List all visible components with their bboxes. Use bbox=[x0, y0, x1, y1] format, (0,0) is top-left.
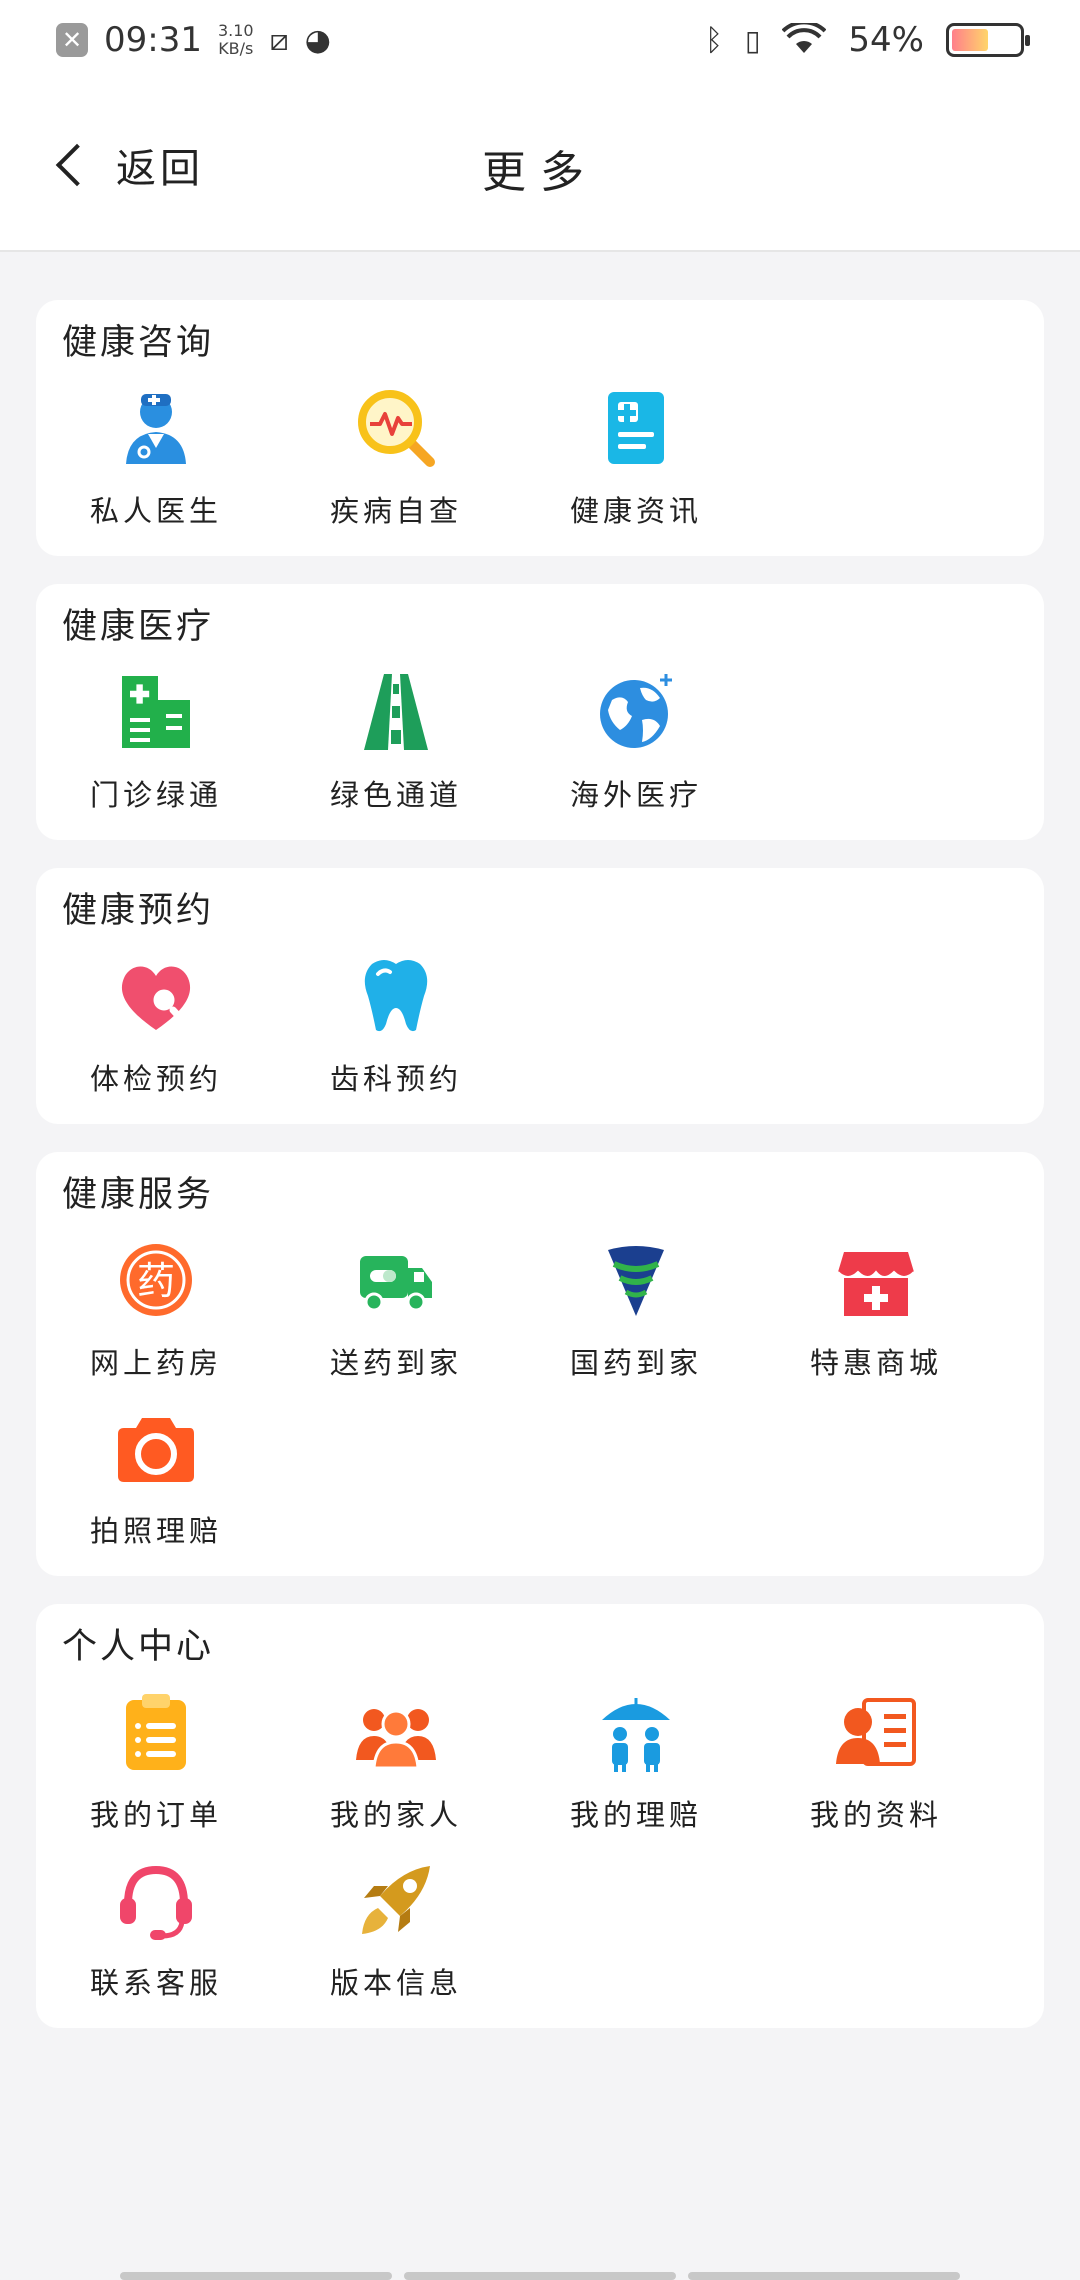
battery-percent: 54% bbox=[848, 20, 924, 60]
doctor-icon bbox=[114, 386, 198, 470]
menu-item-label: 门诊绿通 bbox=[89, 778, 222, 812]
rocket-icon bbox=[354, 1858, 438, 1942]
menu-item[interactable]: 体检预约 bbox=[36, 946, 276, 1114]
browser-icon: ◕ bbox=[304, 22, 331, 58]
menu-item[interactable]: 送药到家 bbox=[276, 1230, 516, 1398]
menu-item[interactable]: 特惠商城 bbox=[756, 1230, 996, 1398]
menu-sections: 健康咨询私人医生 疾病自查 健康资讯健康医疗门诊绿通 绿色通道 海外医疗健康预约体检预约… bbox=[36, 300, 1044, 2056]
menu-item-label: 我的家人 bbox=[329, 1798, 462, 1832]
home-indicator bbox=[120, 2272, 960, 2280]
menu-grid: 体检预约 齿科预约 bbox=[36, 936, 1044, 1114]
menu-item-label: 联系客服 bbox=[89, 1966, 222, 2000]
menu-item[interactable]: 疾病自查 bbox=[276, 378, 516, 546]
menu-item-label: 我的理赔 bbox=[569, 1798, 702, 1832]
menu-grid: 私人医生 疾病自查 健康资讯 bbox=[36, 368, 1044, 546]
menu-item[interactable]: 我的订单 bbox=[36, 1682, 276, 1850]
menu-item[interactable]: 版本信息 bbox=[276, 1850, 516, 2018]
section-title: 健康医疗 bbox=[62, 607, 215, 647]
magnifier-pulse-icon bbox=[354, 386, 438, 470]
bluetooth-icon: ᛒ bbox=[705, 22, 723, 58]
menu-item[interactable]: 联系客服 bbox=[36, 1850, 276, 2018]
menu-item-label: 健康资讯 bbox=[569, 494, 702, 528]
section-card: 健康医疗门诊绿通 绿色通道 海外医疗 bbox=[36, 584, 1044, 840]
camera-icon bbox=[114, 1406, 198, 1490]
section-title: 个人中心 bbox=[62, 1627, 215, 1667]
medical-document-icon bbox=[594, 386, 678, 470]
menu-grid: 我的订单 我的家人 我的理赔 我的资料联系客服 版本信息 bbox=[36, 1672, 1044, 2018]
menu-item-label: 体检预约 bbox=[89, 1062, 222, 1096]
battery-icon bbox=[946, 23, 1030, 57]
menu-item[interactable]: 我的资料 bbox=[756, 1682, 996, 1850]
tooth-icon bbox=[354, 954, 438, 1038]
menu-item-label: 私人医生 bbox=[89, 494, 222, 528]
close-notification-icon: ✕ bbox=[56, 23, 88, 57]
menu-item-label: 拍照理赔 bbox=[89, 1514, 222, 1548]
sinopharm-logo-icon bbox=[594, 1238, 678, 1322]
menu-item[interactable]: 健康资讯 bbox=[516, 378, 756, 546]
heart-search-icon bbox=[114, 954, 198, 1038]
menu-item-label: 海外医疗 bbox=[569, 778, 702, 812]
globe-icon bbox=[594, 670, 678, 754]
menu-item-label: 版本信息 bbox=[329, 1966, 462, 2000]
menu-item-label: 国药到家 bbox=[569, 1346, 702, 1380]
screenshot-icon: ⧄ bbox=[269, 22, 289, 58]
vibrate-icon: ▯ bbox=[745, 23, 761, 57]
headset-icon bbox=[114, 1858, 198, 1942]
section-card: 健康服务药网上药房 送药到家 国药到家 特惠商城 拍照理赔 bbox=[36, 1152, 1044, 1576]
page-title: 更多 bbox=[482, 147, 598, 198]
menu-item-label: 特惠商城 bbox=[809, 1346, 942, 1380]
family-icon bbox=[354, 1690, 438, 1774]
menu-item[interactable]: 齿科预约 bbox=[276, 946, 516, 1114]
store-icon bbox=[834, 1238, 918, 1322]
section-card: 个人中心我的订单 我的家人 我的理赔 我的资料联系客服 版本信息 bbox=[36, 1604, 1044, 2028]
section-card: 健康咨询私人医生 疾病自查 健康资讯 bbox=[36, 300, 1044, 556]
menu-item[interactable]: 海外医疗 bbox=[516, 662, 756, 830]
status-bar: ✕ 09:31 3.10 KB/s ⧄ ◕ ᛒ ▯ 54% bbox=[0, 0, 1080, 80]
nav-bar: 返回 更多 bbox=[0, 80, 1080, 252]
menu-item[interactable]: 国药到家 bbox=[516, 1230, 756, 1398]
menu-item[interactable]: 药网上药房 bbox=[36, 1230, 276, 1398]
menu-item-label: 我的资料 bbox=[809, 1798, 942, 1832]
menu-item-label: 齿科预约 bbox=[329, 1062, 462, 1096]
menu-item[interactable]: 门诊绿通 bbox=[36, 662, 276, 830]
menu-item[interactable]: 我的家人 bbox=[276, 1682, 516, 1850]
menu-item-label: 我的订单 bbox=[89, 1798, 222, 1832]
menu-item[interactable]: 拍照理赔 bbox=[36, 1398, 276, 1566]
menu-item-label: 送药到家 bbox=[329, 1346, 462, 1380]
menu-item[interactable]: 私人医生 bbox=[36, 378, 276, 546]
section-title: 健康服务 bbox=[62, 1175, 215, 1215]
umbrella-family-icon bbox=[594, 1690, 678, 1774]
svg-text:药: 药 bbox=[137, 1259, 175, 1303]
status-time: 09:31 bbox=[104, 20, 202, 60]
menu-item[interactable]: 绿色通道 bbox=[276, 662, 516, 830]
menu-grid: 门诊绿通 绿色通道 海外医疗 bbox=[36, 652, 1044, 830]
section-title: 健康预约 bbox=[62, 891, 215, 931]
wifi-icon bbox=[782, 23, 827, 53]
menu-item[interactable]: 我的理赔 bbox=[516, 1682, 756, 1850]
menu-grid: 药网上药房 送药到家 国药到家 特惠商城 拍照理赔 bbox=[36, 1220, 1044, 1566]
hospital-building-icon bbox=[114, 670, 198, 754]
delivery-truck-icon bbox=[354, 1238, 438, 1322]
menu-item-label: 疾病自查 bbox=[329, 494, 462, 528]
network-speed: 3.10 KB/s bbox=[217, 21, 254, 58]
menu-item-label: 网上药房 bbox=[89, 1346, 222, 1380]
pharmacy-icon: 药 bbox=[114, 1238, 198, 1322]
section-card: 健康预约体检预约 齿科预约 bbox=[36, 868, 1044, 1124]
menu-item-label: 绿色通道 bbox=[329, 778, 462, 812]
road-icon bbox=[354, 670, 438, 754]
section-title: 健康咨询 bbox=[62, 323, 215, 363]
clipboard-icon bbox=[114, 1690, 198, 1774]
profile-card-icon bbox=[834, 1690, 918, 1774]
